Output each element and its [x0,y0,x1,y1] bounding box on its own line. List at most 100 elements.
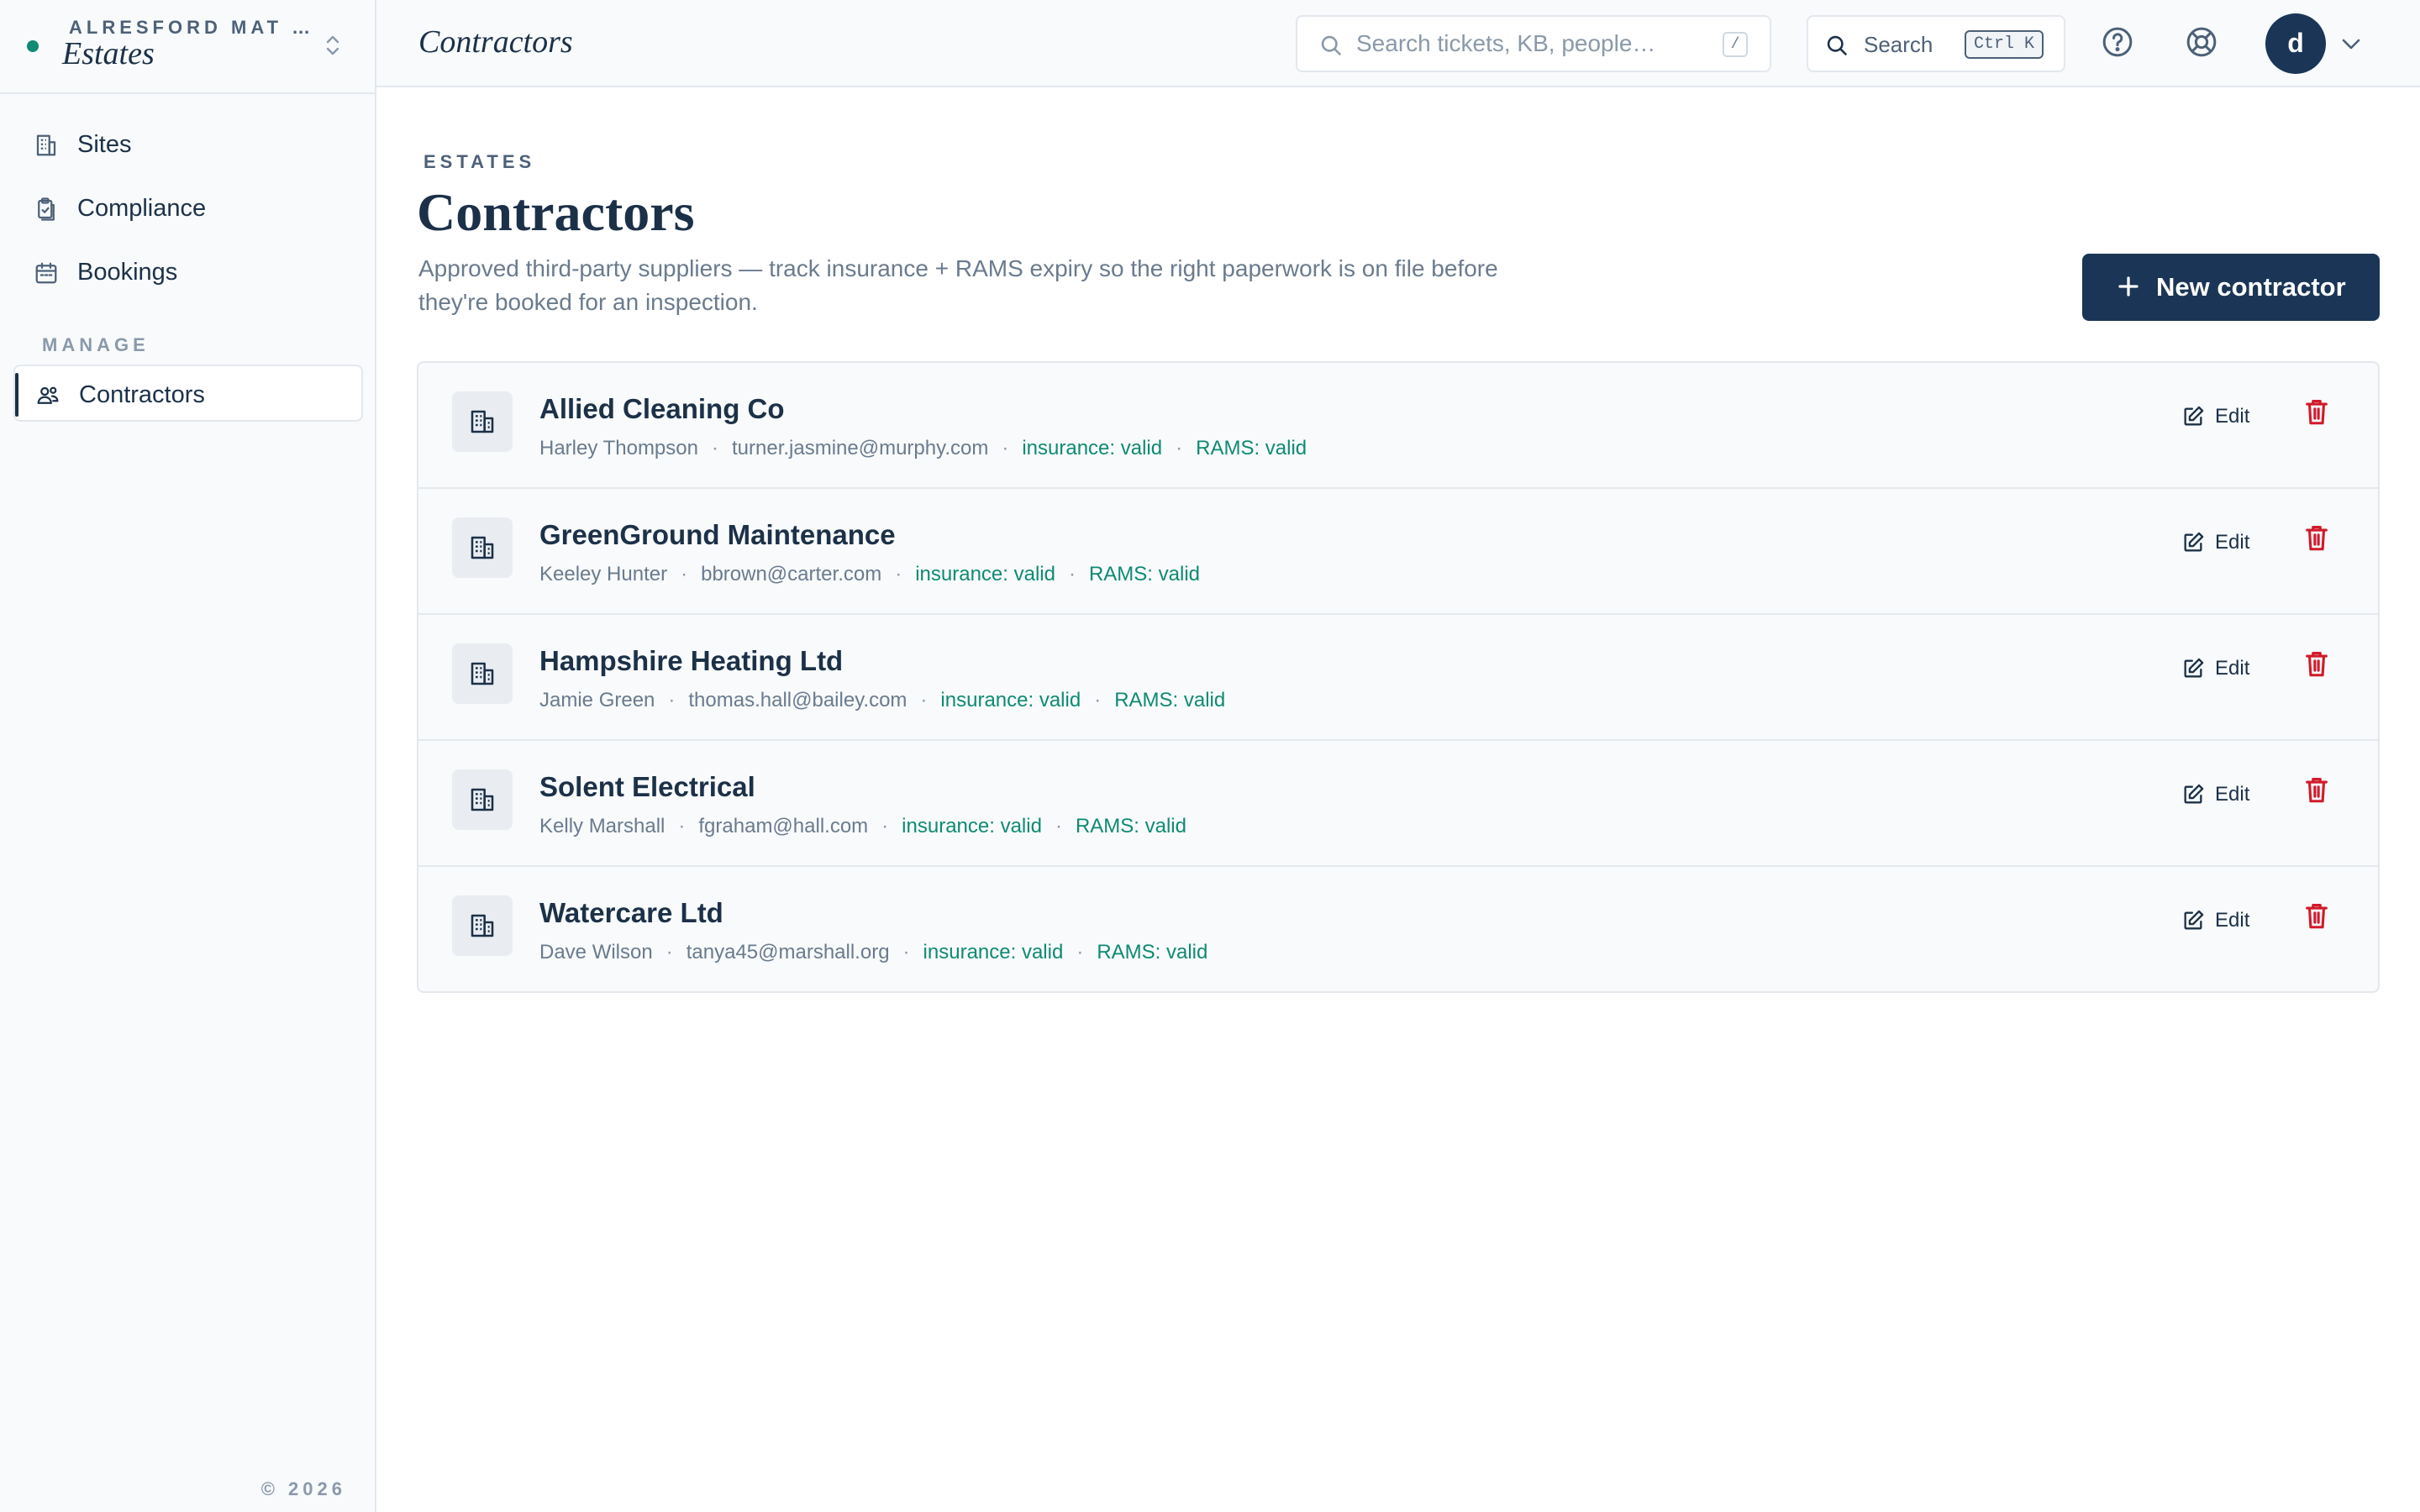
contractor-badge [452,517,513,578]
contractor-name: Watercare Ltd [539,897,723,928]
separator: · [1055,815,1062,837]
rams-status: RAMS: valid [1114,689,1226,711]
users-icon [37,386,59,404]
insurance-status: insurance: valid [902,815,1042,837]
edit-label: Edit [2215,909,2250,932]
calendar-icon [35,262,57,284]
trash-icon[interactable] [2304,776,2329,805]
edit-button[interactable]: Edit [2181,778,2265,811]
global-search[interactable]: / [1296,15,1771,72]
edit-icon [2184,658,2204,678]
contractor-name: Allied Cleaning Co [539,393,785,424]
separator: · [681,563,688,585]
contractor-meta: Jamie Green · thomas.hall@bailey.com · insur… [539,689,1225,712]
chevron-up-down-icon[interactable] [323,32,343,59]
separator: · [1094,689,1102,711]
contractor-contact: Jamie Green [539,689,655,711]
sidebar-item-label: Sites [77,131,132,158]
building-icon [471,788,494,811]
rams-status: RAMS: valid [1196,437,1307,459]
search-shortcut-key: / [1723,32,1748,57]
org-switcher[interactable]: ALRESFORD MAT … Estates [0,0,375,94]
insurance-status: insurance: valid [1022,437,1163,459]
contractor-meta: Kelly Marshall · fgraham@hall.com · insuranc… [539,815,1186,838]
help-icon[interactable] [2101,25,2134,59]
contractor-email: turner.jasmine@murphy.com [731,437,989,459]
trash-icon[interactable] [2304,524,2329,553]
rams-status: RAMS: valid [1088,563,1201,585]
new-contractor-button[interactable]: New contractor [2082,254,2380,321]
sidebar-item-contractors[interactable]: Contractors [13,365,363,422]
plus-icon [2118,276,2139,297]
separator: · [902,941,910,963]
edit-button[interactable]: Edit [2181,904,2265,937]
separator: · [666,941,673,963]
contractor-email: thomas.hall@bailey.com [688,689,908,711]
trash-icon[interactable] [2304,650,2329,679]
contractor-row: Watercare Ltd Dave Wilson · tanya45@marsha… [418,867,2378,991]
search-input[interactable] [1356,27,1709,60]
separator: · [881,815,889,837]
contractor-list: Allied Cleaning Co Harley Thompson · turne… [417,361,2380,993]
clipboard-check-icon [38,197,55,221]
sidebar-item-label: Contractors [79,381,205,408]
main-content: ESTATES Contractors Approved third-party… [376,87,2420,1512]
contractor-email: tanya45@marshall.org [686,941,890,963]
building-icon [471,662,494,685]
edit-label: Edit [2215,657,2250,680]
separator: · [1176,437,1183,459]
separator: · [1076,941,1084,963]
sidebar: ALRESFORD MAT … Estates Sites Compliance… [0,0,376,1512]
sidebar-item-bookings[interactable]: Bookings [13,244,363,301]
top-bar: Contractors / Search Ctrl K d [376,0,2420,87]
page-description: Approved third-party suppliers — track i… [418,255,1498,315]
contractor-name: Hampshire Heating Ltd [539,645,844,676]
edit-button[interactable]: Edit [2181,652,2265,685]
contractor-contact: Dave Wilson [539,941,653,963]
contractor-row: Hampshire Heating Ltd Jamie Green · thomas… [418,615,2378,741]
separator: · [711,437,718,459]
support-lifebuoy-icon[interactable] [2185,25,2218,59]
page-title: Contractors [417,182,695,242]
header-title: Contractors [418,24,573,60]
sidebar-item-label: Compliance [77,195,207,222]
edit-button[interactable]: Edit [2181,400,2265,433]
contractor-email: bbrown@carter.com [701,563,882,585]
building-icon [471,536,494,559]
contractor-badge [452,391,513,452]
trash-icon[interactable] [2304,398,2329,427]
separator: · [895,563,902,585]
page-eyebrow: ESTATES [424,151,536,172]
command-search-label: Search [1864,32,1933,57]
contractor-name: Solent Electrical [539,771,755,802]
contractor-contact: Kelly Marshall [539,815,666,837]
insurance-status: insurance: valid [915,563,1055,585]
copyright: © 2026 [260,1478,346,1499]
contractor-badge [452,769,513,830]
contractor-badge [452,643,513,704]
command-search-button[interactable]: Search Ctrl K [1807,15,2065,72]
edit-label: Edit [2215,783,2250,806]
chevron-down-icon[interactable] [2339,34,2363,54]
search-icon [1827,35,1847,55]
sidebar-item-compliance[interactable]: Compliance [13,180,363,237]
sidebar-item-sites[interactable]: Sites [13,116,363,173]
status-dot [27,40,39,52]
edit-button[interactable]: Edit [2181,526,2265,559]
rams-status: RAMS: valid [1075,815,1186,837]
contractor-meta: Keeley Hunter · bbrown@carter.com · insuranc… [539,563,1200,586]
edit-icon [2184,910,2204,930]
rams-status: RAMS: valid [1097,941,1208,963]
separator: · [1002,437,1009,459]
edit-label: Edit [2215,531,2250,554]
contractor-row: Allied Cleaning Co Harley Thompson · turne… [418,363,2378,489]
trash-icon[interactable] [2304,902,2329,931]
separator: · [678,815,686,837]
building-icon [471,914,494,937]
contractor-contact: Harley Thompson [539,437,698,459]
sidebar-item-label: Bookings [77,259,178,286]
contractor-email: fgraham@hall.com [698,815,869,837]
user-avatar[interactable]: d [2265,13,2326,74]
edit-label: Edit [2215,405,2250,428]
org-title: Estates [62,36,155,71]
